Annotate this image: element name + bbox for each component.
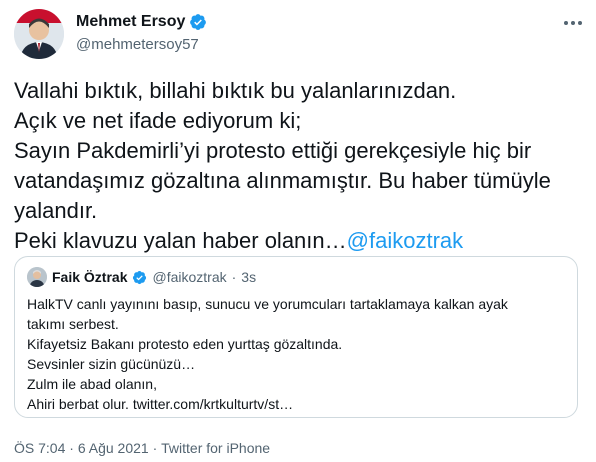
quoted-line: Kifayetsiz Bakanı protesto eden yurttaş … <box>27 336 343 352</box>
separator-dot: · <box>152 440 158 456</box>
tweet-line: Sayın Pakdemirli’yi protesto ettiği gere… <box>14 138 532 163</box>
tweet-line: yalandır. <box>14 198 98 223</box>
quoted-timestamp[interactable]: 3s <box>241 269 256 285</box>
verified-badge-icon <box>189 13 207 31</box>
author-handle[interactable]: @mehmetersoy57 <box>76 36 199 53</box>
quoted-line: Zulm ile abad olanın, <box>27 376 157 392</box>
verified-badge-icon <box>132 270 147 285</box>
quoted-tweet-text: HalkTV canlı yayınını basıp, sunucu ve y… <box>27 294 567 414</box>
quoted-line: Sevsinler sizin gücünüzü… <box>27 356 196 372</box>
tweet-line: Vallahi bıktık, billahi bıktık bu yalanl… <box>14 78 457 103</box>
quoted-avatar[interactable] <box>27 267 47 287</box>
tweet-source[interactable]: Twitter for iPhone <box>161 440 270 456</box>
quoted-tweet-header: Faik Öztrak @faikoztrak · 3s <box>27 267 256 287</box>
tweet-line-text: Peki klavuzu yalan haber olanın… <box>14 228 347 253</box>
quoted-line: Ahiri berbat olur. twitter.com/krtkultur… <box>27 396 294 412</box>
quoted-author-handle[interactable]: @faikoztrak <box>152 269 226 285</box>
tweet-last-line: Peki klavuzu yalan haber olanın…@faikozt… <box>14 226 584 256</box>
separator-dot: · <box>69 440 74 456</box>
quoted-tweet[interactable]: Faik Öztrak @faikoztrak · 3s HalkTV canl… <box>14 256 578 418</box>
quoted-line: HalkTV canlı yayınını basıp, sunucu ve y… <box>27 296 508 312</box>
tweet-line: Açık ve net ifade ediyorum ki; <box>14 108 302 133</box>
tweet-date[interactable]: 6 Ağu 2021 <box>78 440 149 456</box>
tweet-line: vatandaşımız gözaltına alınmamıştır. Bu … <box>14 168 551 193</box>
quoted-line: takımı serbest. <box>27 316 119 332</box>
separator-dot: · <box>231 269 237 285</box>
tweet-time[interactable]: ÖS 7:04 <box>14 440 65 456</box>
quoted-author-name[interactable]: Faik Öztrak <box>52 269 127 285</box>
mention-link[interactable]: @faikoztrak <box>347 228 463 253</box>
tweet-text: Vallahi bıktık, billahi bıktık bu yalanl… <box>14 76 584 256</box>
tweet-card: Mehmet Ersoy @mehmetersoy57 Vallahi bıkt… <box>0 0 596 462</box>
avatar[interactable] <box>14 9 64 59</box>
author-name[interactable]: Mehmet Ersoy <box>76 13 185 31</box>
more-options-icon[interactable] <box>562 12 584 34</box>
author-name-row: Mehmet Ersoy <box>76 13 207 31</box>
tweet-meta: ÖS 7:04 · 6 Ağu 2021 · Twitter for iPhon… <box>14 440 270 456</box>
